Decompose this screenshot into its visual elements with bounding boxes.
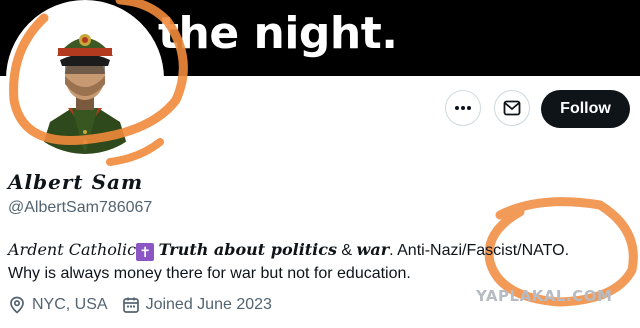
bio-text-truth: Truth about politics — [158, 240, 337, 259]
message-button[interactable] — [494, 90, 530, 126]
more-options-button[interactable] — [445, 90, 481, 126]
bio-text-war: war — [356, 240, 390, 259]
user-handle: @AlbertSam786067 — [8, 199, 153, 216]
profile-meta: NYC, USA Joined June 2023 — [8, 296, 286, 314]
banner-text: the night. — [158, 8, 398, 59]
joined-text: Joined June 2023 — [145, 296, 272, 313]
more-dots-icon — [455, 106, 471, 110]
profile-bio: Ardent Catholic ✝ Truth about politics & … — [8, 238, 628, 285]
bio-text-catholic: Ardent Catholic — [8, 240, 137, 259]
bio-text-anti: . Anti-Nazi/Fascist/NATO. — [389, 242, 570, 259]
calendar-icon — [122, 297, 139, 313]
display-name: Albert Sam — [8, 170, 144, 194]
avatar-image — [10, 4, 160, 154]
site-watermark: YAPLAKAL.COM — [476, 287, 613, 305]
follow-button[interactable]: Follow — [541, 90, 630, 128]
joined-item: Joined June 2023 — [122, 296, 272, 314]
location-text: NYC, USA — [32, 296, 108, 313]
cross-emoji: ✝ — [136, 243, 155, 261]
location-pin-icon — [10, 296, 24, 314]
mail-icon — [503, 100, 521, 116]
location-item: NYC, USA — [8, 296, 108, 314]
bio-text-line2: Why is always money there for war but no… — [8, 265, 411, 282]
avatar[interactable] — [6, 0, 164, 158]
bio-text-ampersand: & — [336, 242, 357, 259]
